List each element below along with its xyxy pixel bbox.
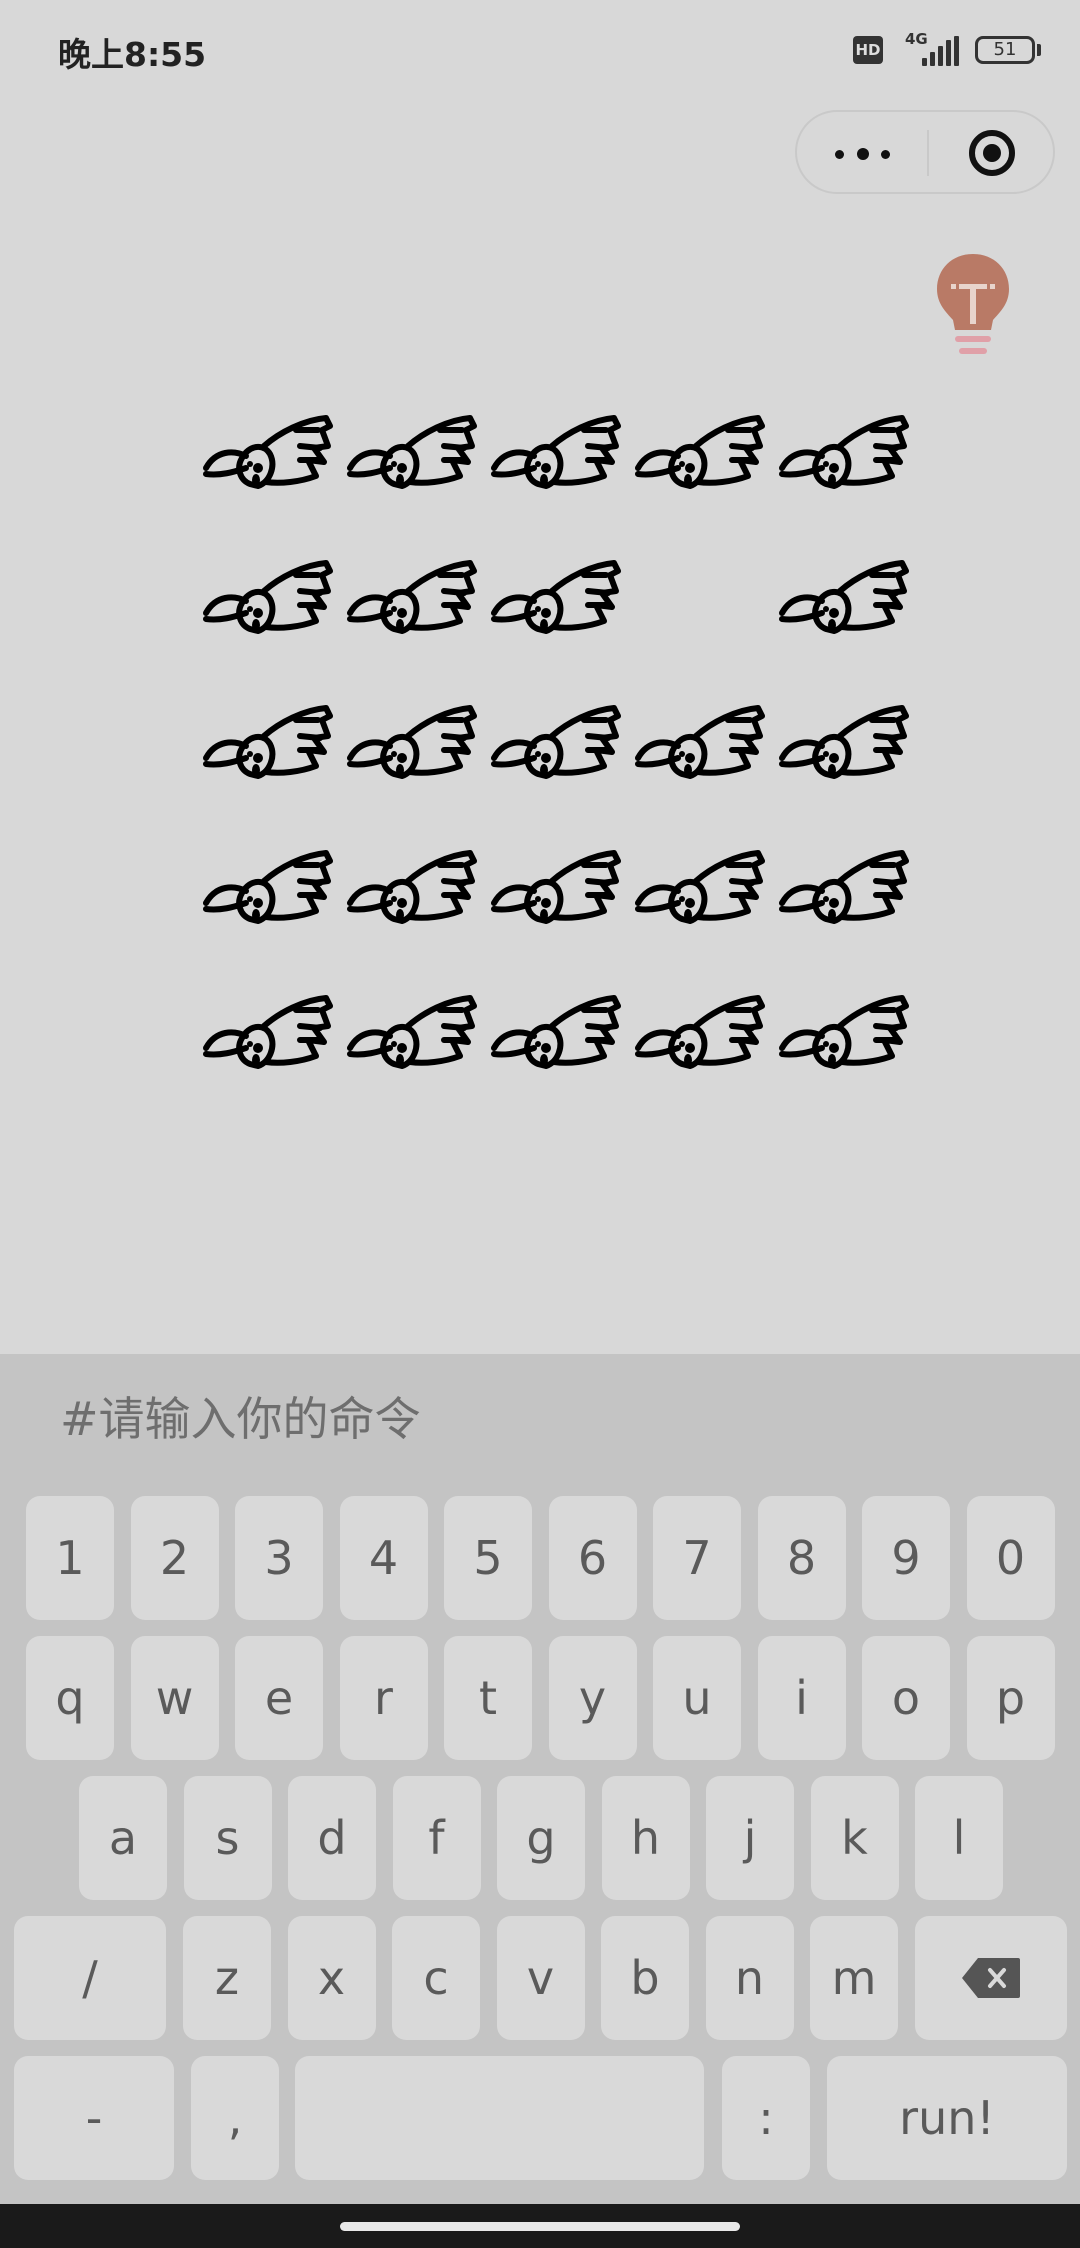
key-h[interactable]: h — [601, 1776, 690, 1900]
key-9[interactable]: 9 — [862, 1496, 950, 1620]
key-4[interactable]: 4 — [339, 1496, 428, 1620]
miniprogram-capsule — [795, 110, 1055, 194]
key-g[interactable]: g — [497, 1776, 585, 1900]
key-6[interactable]: 6 — [548, 1496, 637, 1620]
key-p[interactable]: p — [966, 1636, 1055, 1760]
key-x[interactable]: x — [287, 1916, 376, 2040]
command-keyboard: #请输入你的命令 1 2 3 4 5 6 7 8 9 0 q w e r t y u i o p a s d f g h j k l / z… — [0, 1354, 1080, 2204]
key-d[interactable]: d — [288, 1776, 376, 1900]
bunny-icon[interactable] — [632, 410, 772, 510]
key-8[interactable]: 8 — [757, 1496, 846, 1620]
bunny-icon[interactable] — [632, 990, 772, 1090]
key-0[interactable]: 0 — [966, 1496, 1055, 1620]
bunny-icon[interactable] — [488, 990, 628, 1090]
key-1[interactable]: 1 — [26, 1496, 114, 1620]
bunny-icon[interactable] — [344, 990, 484, 1090]
bunny-icon[interactable] — [776, 845, 916, 945]
bunny-icon[interactable] — [776, 410, 916, 510]
key-z[interactable]: z — [183, 1916, 271, 2040]
key-2[interactable]: 2 — [130, 1496, 219, 1620]
status-time: 晚上8:55 — [58, 35, 207, 74]
system-nav-bar — [0, 2204, 1080, 2248]
more-dots-icon[interactable] — [835, 136, 890, 172]
bunny-icon[interactable] — [776, 990, 916, 1090]
key-a[interactable]: a — [79, 1776, 167, 1900]
bunny-icon[interactable] — [200, 990, 340, 1090]
key-5[interactable]: 5 — [444, 1496, 532, 1620]
key-l[interactable]: l — [915, 1776, 1003, 1900]
target-close-icon[interactable] — [969, 130, 1015, 176]
capsule-divider — [927, 130, 929, 176]
status-bar: 晚上8:55 HD 4G 51 — [0, 0, 1080, 100]
key-c[interactable]: c — [392, 1916, 480, 2040]
key-dash[interactable]: - — [14, 2056, 174, 2180]
backspace-icon[interactable] — [915, 1916, 1067, 2040]
battery-cap — [1037, 44, 1041, 56]
key-r[interactable]: r — [339, 1636, 428, 1760]
bunny-icon[interactable] — [200, 555, 340, 655]
bunny-icon[interactable] — [200, 410, 340, 510]
bunny-icon[interactable] — [200, 700, 340, 800]
bunny-icon[interactable] — [776, 555, 916, 655]
bunny-icon[interactable] — [488, 410, 628, 510]
key-s[interactable]: s — [183, 1776, 272, 1900]
key-v[interactable]: v — [496, 1916, 585, 2040]
key-3[interactable]: 3 — [235, 1496, 323, 1620]
space-key[interactable] — [295, 2056, 704, 2180]
bunny-icon[interactable] — [776, 700, 916, 800]
key-i[interactable]: i — [757, 1636, 846, 1760]
key-j[interactable]: j — [706, 1776, 794, 1900]
home-indicator[interactable] — [340, 2222, 740, 2231]
bunny-icon[interactable] — [344, 555, 484, 655]
key-comma[interactable]: , — [191, 2056, 279, 2180]
battery-level: 51 — [993, 39, 1017, 60]
key-w[interactable]: w — [130, 1636, 219, 1760]
key-y[interactable]: y — [548, 1636, 637, 1760]
run-button[interactable]: run! — [827, 2056, 1067, 2180]
bunny-grid — [200, 410, 920, 1090]
bunny-icon[interactable] — [488, 845, 628, 945]
signal-icon — [922, 36, 960, 66]
battery-icon: 51 — [975, 36, 1035, 64]
key-q[interactable]: q — [26, 1636, 114, 1760]
key-o[interactable]: o — [862, 1636, 950, 1760]
key-b[interactable]: b — [601, 1916, 689, 2040]
bunny-icon[interactable] — [344, 410, 484, 510]
key-7[interactable]: 7 — [653, 1496, 741, 1620]
bunny-icon[interactable] — [632, 845, 772, 945]
key-n[interactable]: n — [705, 1916, 794, 2040]
key-slash[interactable]: / — [14, 1916, 166, 2040]
lightbulb-icon[interactable] — [935, 252, 1011, 362]
bunny-icon[interactable] — [344, 700, 484, 800]
key-k[interactable]: k — [810, 1776, 899, 1900]
bunny-icon[interactable] — [488, 700, 628, 800]
command-input[interactable]: #请输入你的命令 — [60, 1384, 1020, 1454]
bunny-icon[interactable] — [344, 845, 484, 945]
key-u[interactable]: u — [653, 1636, 741, 1760]
key-m[interactable]: m — [810, 1916, 898, 2040]
key-colon[interactable]: : — [722, 2056, 810, 2180]
bunny-icon[interactable] — [200, 845, 340, 945]
bunny-icon[interactable] — [488, 555, 628, 655]
key-e[interactable]: e — [235, 1636, 323, 1760]
hd-badge: HD — [853, 36, 883, 64]
bunny-icon[interactable] — [632, 700, 772, 800]
empty-cell[interactable] — [632, 555, 772, 655]
key-t[interactable]: t — [444, 1636, 532, 1760]
key-f[interactable]: f — [392, 1776, 481, 1900]
